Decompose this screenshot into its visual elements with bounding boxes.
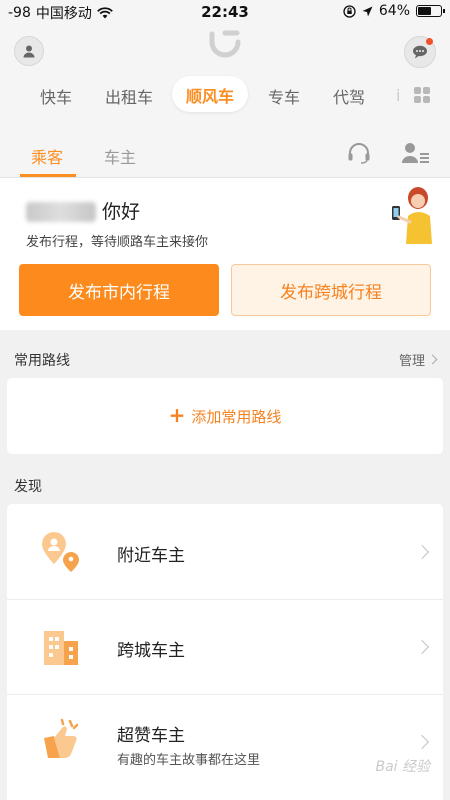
list-item-nearby-drivers[interactable]: 附近车主 <box>7 504 443 599</box>
blurred-username <box>26 202 96 222</box>
tab-driver[interactable]: 车主 <box>104 144 136 168</box>
user-icon <box>23 45 35 58</box>
tab-zhuanche[interactable]: 专车 <box>268 84 300 108</box>
location-arrow-icon <box>362 6 373 16</box>
notification-dot <box>426 38 433 45</box>
service-tabs: 快车 出租车 顺风车 专车 代驾 i <box>0 76 450 116</box>
discover-section-title: 发现 <box>14 479 42 495</box>
tab-shunfengche[interactable]: 顺风车 <box>172 76 249 112</box>
publish-local-trip-button[interactable]: 发布市内行程 <box>19 264 219 316</box>
chevron-right-icon <box>414 544 430 560</box>
profile-button[interactable] <box>14 36 44 66</box>
battery-fill <box>418 7 432 15</box>
battery-percent: 64% <box>378 3 410 19</box>
grid-cell <box>423 96 430 103</box>
tab-daijia[interactable]: 代驾 <box>333 84 365 108</box>
list-item-intercity-drivers[interactable]: 跨城车主 <box>7 599 443 694</box>
publish-intercity-trip-button[interactable]: 发布跨城行程 <box>231 264 431 316</box>
woman-with-phone-illustration <box>392 187 432 244</box>
manage-routes-link[interactable]: 管理 <box>398 350 438 369</box>
active-tab-underline <box>20 174 76 177</box>
message-button[interactable] <box>404 36 436 68</box>
chevron-right-icon <box>414 734 430 750</box>
buildings-icon <box>44 631 78 665</box>
grid-cell <box>423 87 430 94</box>
battery-icon <box>416 5 445 17</box>
add-route-label: 添加常用路线 <box>191 407 282 426</box>
plus-icon: + <box>168 403 186 427</box>
tab-taxi[interactable]: 出租车 <box>105 84 153 108</box>
driver-profile-icon[interactable] <box>402 142 430 164</box>
tab-overflow[interactable]: i <box>396 86 400 105</box>
header: 快车 出租车 顺风车 专车 代驾 i <box>0 24 450 130</box>
lock-rotation-icon <box>343 4 356 18</box>
thumbs-up-icon <box>44 718 79 758</box>
manage-label: 管理 <box>398 354 425 369</box>
watermark: Bai 经验 <box>375 759 430 775</box>
tab-kuaiche[interactable]: 快车 <box>40 84 72 108</box>
item-title: 附近车主 <box>117 546 185 566</box>
headset-icon[interactable] <box>347 142 371 164</box>
item-title: 超赞车主 <box>117 726 185 746</box>
status-bar: -98 中国移动 22:43 64% <box>0 0 450 24</box>
item-title: 跨城车主 <box>117 641 185 661</box>
greeting-card: 你好 发布行程，等待顺路车主来接你 发布市内行程 发布跨城行程 <box>0 178 450 330</box>
didi-logo-icon <box>209 30 241 58</box>
routes-section-title: 常用路线 <box>14 353 70 369</box>
item-subtitle: 有趣的车主故事都在这里 <box>117 753 261 768</box>
message-icon <box>413 45 427 59</box>
location-pin-icon <box>42 532 79 572</box>
role-tabs: 乘客 车主 <box>0 130 450 178</box>
grid-cell <box>414 96 421 103</box>
chevron-right-icon <box>427 354 438 365</box>
status-right: 64% <box>343 3 445 19</box>
grid-cell <box>414 87 421 94</box>
chevron-right-icon <box>414 639 430 655</box>
tab-passenger[interactable]: 乘客 <box>31 144 63 168</box>
add-route-button[interactable]: + 添加常用路线 <box>7 378 443 454</box>
greeting-subtitle: 发布行程，等待顺路车主来接你 <box>26 235 209 250</box>
greeting-text: 你好 <box>102 201 141 223</box>
grid-icon[interactable] <box>414 87 430 103</box>
